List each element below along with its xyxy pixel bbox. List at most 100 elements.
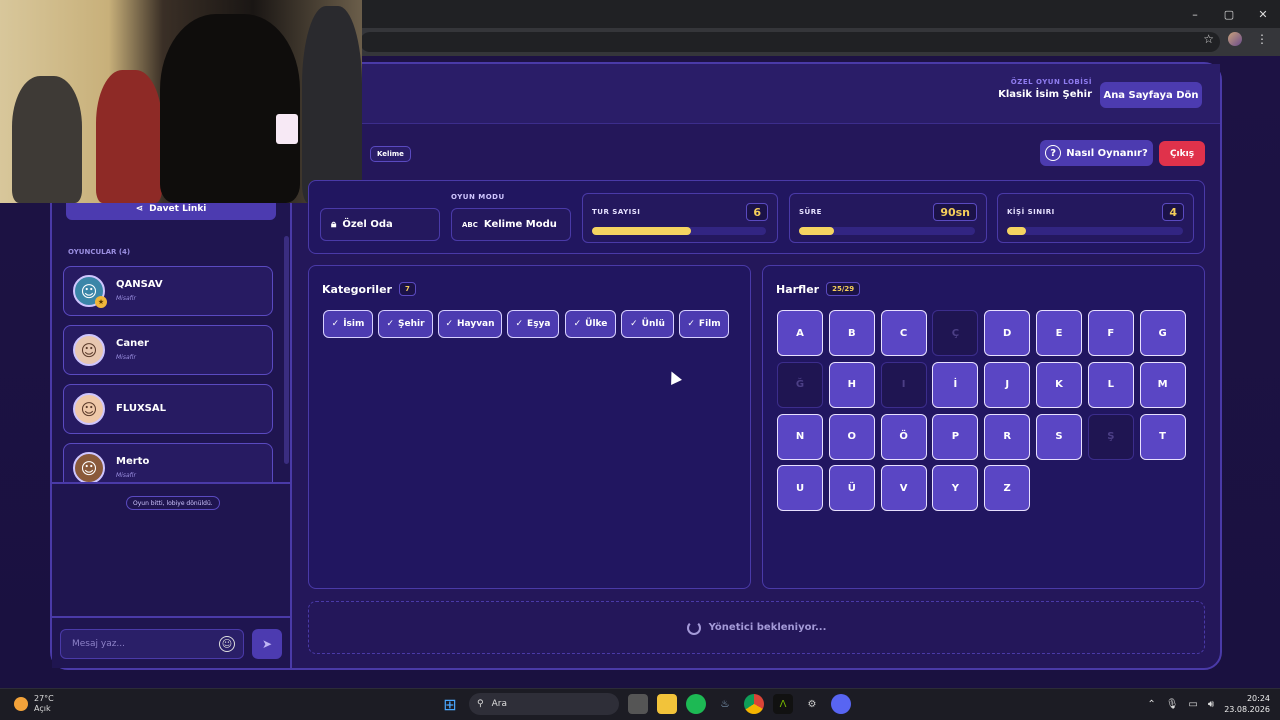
letter-tile[interactable]: C — [880, 310, 927, 356]
tray-chevron-icon[interactable]: ⌃ — [1147, 699, 1155, 710]
duration-slider[interactable] — [799, 227, 975, 235]
avatar: ☺ — [73, 334, 105, 366]
clock[interactable]: 20:24 23.08.2026 — [1224, 693, 1270, 715]
players-label: OYUNCULAR (4) — [68, 248, 131, 256]
weather-condition: Açık — [34, 704, 51, 713]
letter-tile[interactable]: U — [777, 465, 823, 512]
category-label: İsim — [343, 319, 365, 329]
windows-start-icon[interactable]: ⊞ — [440, 694, 460, 714]
player-card[interactable]: ☺ Merto Misafir — [63, 443, 273, 482]
home-button[interactable]: Ana Sayfaya Dön — [1100, 82, 1202, 108]
volume-icon[interactable]: 🔊︎ — [1208, 699, 1214, 710]
letter-tile[interactable]: L — [1087, 361, 1134, 408]
duration-setting[interactable]: SÜRE 90sn — [789, 193, 987, 243]
category-chip[interactable]: ✓ Ülke — [565, 310, 616, 338]
host-star-icon: ★ — [95, 296, 107, 308]
how-to-play-button[interactable]: ? Nasıl Oynanır? — [1040, 140, 1153, 166]
network-icon[interactable]: ▭ — [1188, 699, 1197, 710]
rounds-slider[interactable] — [592, 227, 766, 235]
category-chip[interactable]: ✓ Hayvan — [438, 310, 502, 338]
nvidia-icon[interactable]: Λ — [773, 694, 793, 714]
letter-tile[interactable]: Ö — [880, 413, 927, 460]
bookmark-star-icon[interactable]: ☆ — [1203, 32, 1214, 46]
letter-tile[interactable]: R — [984, 413, 1031, 460]
letter-tile[interactable]: F — [1087, 310, 1134, 356]
letter-tile[interactable]: N — [777, 413, 823, 460]
check-icon: ✓ — [573, 319, 582, 329]
category-label: Ülke — [585, 319, 608, 329]
category-chip[interactable]: ✓ İsim — [323, 310, 373, 338]
letter-tile[interactable]: Y — [932, 465, 979, 512]
letter-tile[interactable]: H — [828, 361, 875, 408]
settings-gear-icon[interactable]: ⚙ — [802, 694, 822, 714]
minimize-button[interactable]: – — [1178, 0, 1212, 28]
letter-tile[interactable]: J — [984, 361, 1031, 408]
player-limit-label: KİŞİ SINIRI — [1007, 208, 1055, 216]
category-chip[interactable]: ✓ Film — [679, 310, 729, 338]
letter-tile[interactable]: V — [880, 465, 927, 512]
person-icon: ☺ — [80, 458, 98, 478]
task-view-icon[interactable] — [628, 694, 648, 714]
chat-placeholder: Mesaj yaz... — [72, 639, 126, 649]
exit-button[interactable]: Çıkış — [1159, 141, 1205, 166]
letter-tile[interactable]: Ş — [1087, 413, 1134, 460]
profile-avatar-icon[interactable] — [1228, 32, 1242, 46]
send-icon: ➤ — [261, 637, 273, 651]
letter-tile[interactable]: M — [1139, 361, 1186, 408]
avatar: ☺ ★ — [73, 275, 107, 308]
letter-tile[interactable]: K — [1036, 361, 1082, 408]
category-chip[interactable]: ✓ Ünlü — [621, 310, 674, 338]
mode-field[interactable]: ABC Kelime Modu — [451, 208, 571, 241]
spotify-icon[interactable] — [686, 694, 706, 714]
player-limit-setting[interactable]: KİŞİ SINIRI 4 — [997, 193, 1194, 243]
player-list-scrollbar[interactable] — [284, 236, 289, 464]
letter-tile[interactable]: E — [1036, 310, 1082, 356]
person-icon: ☺ — [80, 399, 98, 419]
weather-widget[interactable]: 27°C Açık — [14, 694, 54, 714]
letter-tile[interactable]: S — [1036, 413, 1082, 460]
send-button[interactable]: ➤ — [252, 629, 282, 659]
url-field[interactable] — [360, 32, 1220, 52]
player-card[interactable]: ☺ FLUXSAL — [63, 384, 273, 434]
taskbar-search-label: Ara — [491, 699, 507, 709]
chat-input[interactable]: Mesaj yaz... ☺ — [60, 629, 244, 659]
letter-tile[interactable]: O — [828, 413, 875, 460]
webcam-person — [160, 14, 300, 203]
letter-tile[interactable]: B — [828, 310, 875, 356]
letter-tile[interactable]: A — [777, 310, 823, 356]
letter-tile[interactable]: Ç — [932, 310, 979, 356]
letter-tile[interactable]: Z — [984, 465, 1031, 512]
player-card[interactable]: ☺ ★ QANSAV Misafir — [63, 266, 273, 316]
microphone-icon[interactable]: 🎙︎ — [1166, 699, 1179, 710]
browser-menu-icon[interactable]: ⋮ — [1256, 32, 1268, 46]
letters-panel: Harfler 25/29 ABCÇDEFG ĞHIİJKLM NOÖPRSŞT UÜ… — [762, 265, 1205, 589]
category-chip[interactable]: ✓ Şehir — [378, 310, 433, 338]
category-chip[interactable]: ✓ Eşya — [507, 310, 559, 338]
player-limit-slider[interactable] — [1007, 227, 1183, 235]
chat-bar: Mesaj yaz... ☺ ➤ — [52, 616, 290, 668]
mode-tag: Kelime — [370, 146, 411, 162]
category-label: Hayvan — [457, 319, 495, 329]
lobby-kicker: ÖZEL OYUN LOBİSİ — [1010, 78, 1092, 86]
room-type-value: Özel Oda — [342, 219, 393, 230]
letter-tile[interactable]: T — [1139, 413, 1186, 460]
chrome-icon[interactable] — [744, 694, 764, 714]
letter-tile[interactable]: Ğ — [777, 361, 823, 408]
letter-tile[interactable]: D — [984, 310, 1031, 356]
letter-tile[interactable]: I — [880, 361, 927, 408]
file-explorer-icon[interactable] — [657, 694, 677, 714]
taskbar-search[interactable]: ⚲ Ara — [469, 693, 619, 715]
player-card[interactable]: ☺ Caner Misafir — [63, 325, 273, 375]
letter-tile[interactable]: P — [932, 413, 979, 460]
discord-icon[interactable] — [831, 694, 851, 714]
emoji-icon[interactable]: ☺ — [219, 636, 235, 652]
close-window-button[interactable]: ✕ — [1246, 0, 1280, 28]
letter-tile[interactable]: G — [1139, 310, 1186, 356]
maximize-button[interactable]: ▢ — [1212, 0, 1246, 28]
webcam-person — [96, 70, 162, 203]
steam-icon[interactable]: ♨ — [715, 694, 735, 714]
letter-tile[interactable]: Ü — [828, 465, 875, 512]
rounds-setting[interactable]: TUR SAYISI 6 — [582, 193, 778, 243]
room-type-field[interactable]: 🔒︎ Özel Oda — [320, 208, 440, 241]
letter-tile[interactable]: İ — [932, 361, 979, 408]
